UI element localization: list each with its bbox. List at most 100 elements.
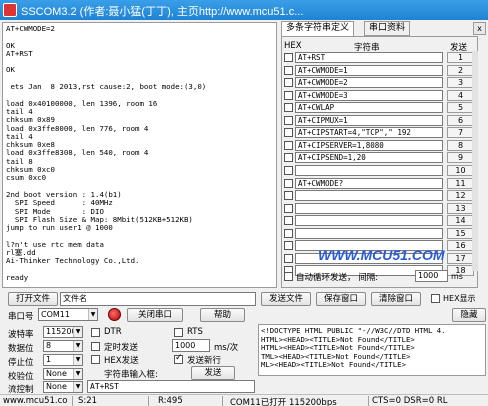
save-window-button[interactable]: 保存窗口 xyxy=(316,292,366,306)
send-file-button[interactable]: 发送文件 xyxy=(261,292,311,306)
send-row-button[interactable]: 5 xyxy=(447,102,474,114)
interval-unit: ms xyxy=(451,272,463,281)
send-row-button[interactable]: 2 xyxy=(447,64,474,76)
interval-input[interactable]: 1000 xyxy=(415,270,448,282)
hex-checkbox[interactable] xyxy=(284,140,293,150)
port-label: 串口号 xyxy=(8,312,34,322)
string-row: 14 xyxy=(282,215,477,227)
hex-checkbox[interactable] xyxy=(284,78,293,88)
stop-bits-label: 停止位 xyxy=(8,358,34,368)
parity-select[interactable]: None ▼ xyxy=(43,368,83,380)
string-input[interactable]: AT+CWMODE? xyxy=(295,177,443,189)
receive-area[interactable]: AT+CWMODE=2 OK AT+RST OK ets Jan 8 2013,rst… xyxy=(2,22,277,288)
hex-checkbox[interactable] xyxy=(284,178,293,188)
flow-select[interactable]: None ▼ xyxy=(43,381,83,393)
send-input[interactable]: AT+RST xyxy=(87,380,255,393)
receive-line: csum 0xc0 xyxy=(6,173,47,183)
baud-select[interactable]: 115200 ▼ xyxy=(43,326,83,338)
file-name-field[interactable]: 文件名 xyxy=(60,292,256,306)
string-input[interactable]: AT+CIPMUX=1 xyxy=(295,114,443,126)
hex-checkbox[interactable] xyxy=(284,216,293,226)
string-input[interactable]: AT+CIPSEND=1,20 xyxy=(295,152,443,164)
send-row-button[interactable]: 17 xyxy=(447,252,474,264)
status-site: www.mcu51.co xyxy=(3,396,68,406)
hex-checkbox[interactable] xyxy=(284,241,293,251)
hex-checkbox[interactable] xyxy=(284,203,293,213)
string-input[interactable]: AT+CWLAP xyxy=(295,102,443,114)
send-row-button[interactable]: 7 xyxy=(447,127,474,139)
hex-checkbox[interactable] xyxy=(284,253,293,263)
chevron-down-icon: ▼ xyxy=(73,382,82,392)
close-icon[interactable]: x xyxy=(473,22,486,35)
hex-checkbox[interactable] xyxy=(284,53,293,62)
hex-checkbox[interactable] xyxy=(284,115,293,125)
send-newline-label: 发送新行 xyxy=(187,356,222,366)
help-button[interactable]: 帮助 xyxy=(200,308,245,322)
send-row-button[interactable]: 16 xyxy=(447,240,474,252)
send-button[interactable]: 发送 xyxy=(191,366,235,380)
hex-checkbox[interactable] xyxy=(284,153,293,163)
hex-checkbox[interactable] xyxy=(284,228,293,238)
hex-display-label: HEX显示 xyxy=(443,294,476,303)
string-input[interactable]: AT+CIPSERVER=1,8080 xyxy=(295,139,443,151)
hex-checkbox[interactable] xyxy=(284,191,293,201)
chevron-down-icon: ▼ xyxy=(88,309,97,320)
send-newline-checkbox[interactable]: ✓ xyxy=(174,353,183,364)
hide-button[interactable]: 隐藏 xyxy=(452,308,486,322)
send-row-button[interactable]: 9 xyxy=(447,152,474,164)
send-row-button[interactable]: 3 xyxy=(447,77,474,89)
hex-checkbox[interactable] xyxy=(284,90,293,100)
hex-checkbox[interactable] xyxy=(284,103,293,113)
port-select[interactable]: COM11 ▼ xyxy=(38,308,98,321)
string-input[interactable] xyxy=(295,202,443,214)
string-input[interactable] xyxy=(295,215,443,227)
status-lines: CTS=0 DSR=0 RL xyxy=(372,396,448,406)
string-input[interactable]: AT+CWMODE=1 xyxy=(295,64,443,76)
hex-checkbox[interactable] xyxy=(284,128,293,138)
string-input[interactable] xyxy=(295,190,443,202)
string-input[interactable] xyxy=(295,164,443,176)
tab-multi-string[interactable]: 多条字符串定义 xyxy=(281,21,355,36)
timed-send-checkbox[interactable] xyxy=(91,342,100,351)
loop-send-label: 自动循环发送， 间隔: xyxy=(296,273,379,283)
receive-line: load 0x3ffe8308, len 540, room 4 xyxy=(6,148,149,158)
data-bits-select[interactable]: 8 ▼ xyxy=(43,340,83,352)
send-row-button[interactable]: 12 xyxy=(447,190,474,202)
send-row-button[interactable]: 11 xyxy=(447,177,474,189)
parity-label: 校验位 xyxy=(8,372,34,382)
flow-value: None xyxy=(46,382,67,391)
hex-checkbox[interactable] xyxy=(284,165,293,175)
rts-checkbox[interactable] xyxy=(174,328,183,337)
stop-bits-select[interactable]: 1 ▼ xyxy=(43,354,83,366)
string-input[interactable]: AT+CWMODE=2 xyxy=(295,77,443,89)
loop-send-checkbox[interactable] xyxy=(284,272,293,281)
send-row-button[interactable]: 8 xyxy=(447,139,474,151)
window-title: SSCOM3.2 (作者:聂小猛(丁丁), 主页http://www.mcu51… xyxy=(21,6,304,18)
string-input[interactable]: AT+CWMODE=3 xyxy=(295,89,443,101)
open-file-button[interactable]: 打开文件 xyxy=(8,292,58,306)
period-input[interactable]: 1000 xyxy=(172,339,210,352)
hex-checkbox[interactable] xyxy=(284,65,293,75)
clear-window-button[interactable]: 清除窗口 xyxy=(371,292,421,306)
send-row-button[interactable]: 15 xyxy=(447,227,474,239)
send-row-button[interactable]: 13 xyxy=(447,202,474,214)
string-input[interactable] xyxy=(295,227,443,239)
receive-line: OK xyxy=(6,40,15,50)
scrollbar[interactable] xyxy=(472,51,478,271)
tab-port-info[interactable]: 串口资料 xyxy=(364,21,411,36)
input-label: 字符串输入框: xyxy=(104,370,158,380)
send-row-button[interactable]: 6 xyxy=(447,114,474,126)
string-input[interactable]: AT+CIPSTART=4,"TCP"," 192 xyxy=(295,127,443,139)
send-row-button[interactable]: 4 xyxy=(447,89,474,101)
send-row-button[interactable]: 10 xyxy=(447,164,474,176)
close-port-button[interactable]: 关闭串口 xyxy=(127,308,183,322)
baud-value: 115200 xyxy=(46,327,77,336)
send-row-button[interactable]: 14 xyxy=(447,215,474,227)
ad-banner[interactable]: <!DOCTYPE HTML PUBLIC "-//W3C//DTD HTML … xyxy=(258,324,486,376)
dtr-checkbox[interactable] xyxy=(91,328,100,337)
string-input[interactable]: AT+RST xyxy=(295,52,443,63)
hex-send-checkbox[interactable] xyxy=(91,355,100,364)
send-row-button[interactable]: 1 xyxy=(447,52,474,63)
hex-display-checkbox[interactable] xyxy=(431,294,440,303)
rts-label: RTS xyxy=(187,327,203,337)
